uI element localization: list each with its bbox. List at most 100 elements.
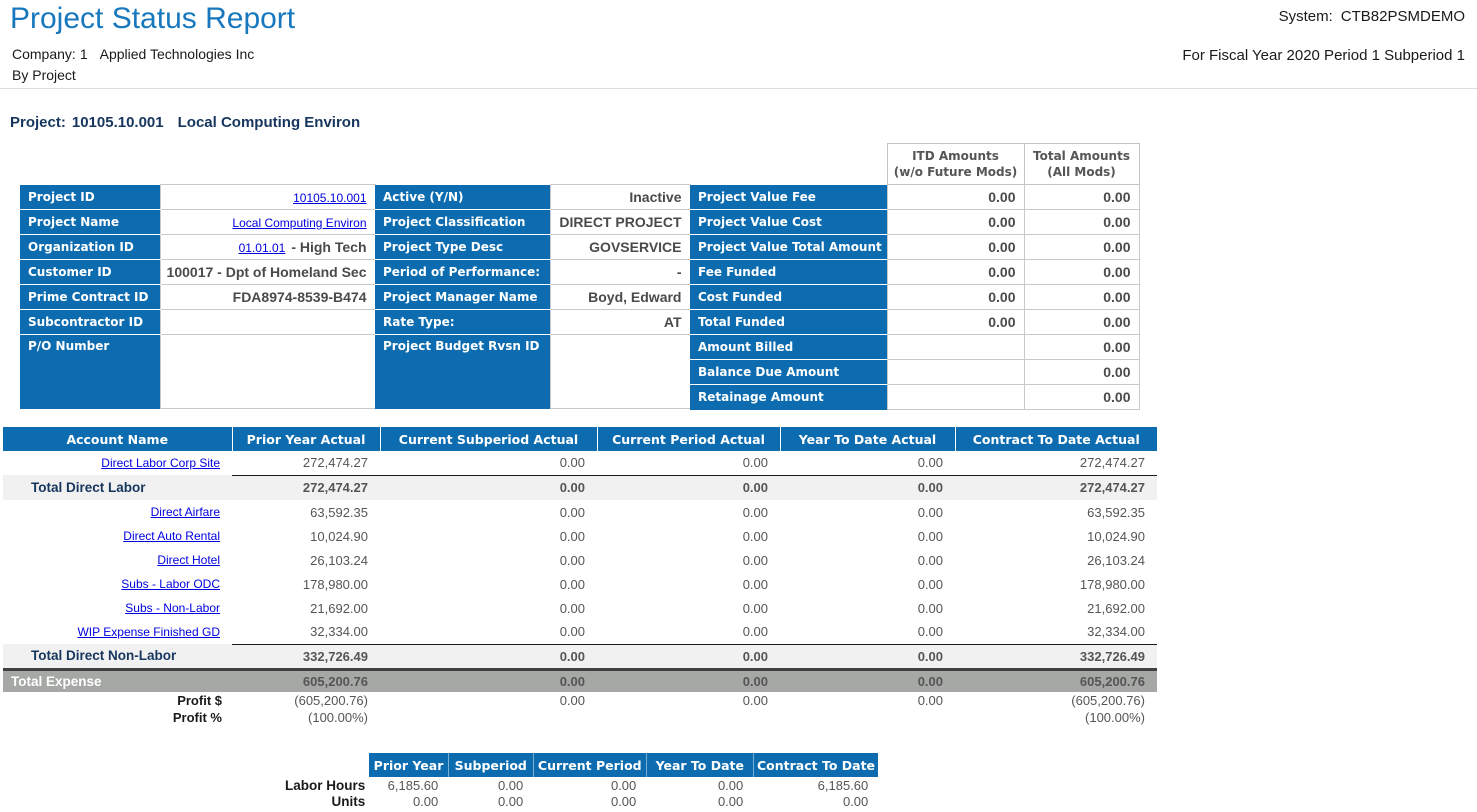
info-row-value bbox=[160, 310, 375, 335]
info-row-value: FDA8974-8539-B474 bbox=[160, 285, 375, 310]
amount-cell: 0.00 bbox=[380, 669, 597, 692]
amounts-total-value: 0.00 bbox=[1024, 360, 1139, 385]
amounts-total-value: 0.00 bbox=[1024, 210, 1139, 235]
amounts-header-line2: (All Mods) bbox=[1025, 164, 1139, 180]
amount-cell: 0.00 bbox=[380, 500, 597, 524]
info-row-value: 100017 - Dpt of Homeland Sec bbox=[160, 260, 375, 285]
amounts-row-label: Retainage Amount bbox=[690, 385, 887, 410]
profit-amount-cell: 0.00 bbox=[780, 692, 955, 709]
amount-cell: 0.00 bbox=[597, 524, 780, 548]
info-row: Period of Performance:- bbox=[375, 260, 690, 285]
info-row-value: GOVSERVICE bbox=[550, 235, 690, 260]
hours-column-header: Prior Year bbox=[369, 753, 448, 777]
company-label: Company: bbox=[12, 46, 76, 62]
amount-cell: 10,024.90 bbox=[955, 524, 1157, 548]
account-column-header: Contract To Date Actual bbox=[955, 427, 1157, 451]
info-row-label: Project ID bbox=[20, 185, 160, 210]
hours-row: Units0.000.000.000.000.00 bbox=[285, 793, 878, 809]
info-row-label: Rate Type: bbox=[375, 310, 550, 335]
hours-value-cell: 6,185.60 bbox=[753, 777, 878, 793]
amount-cell: 63,592.35 bbox=[955, 500, 1157, 524]
amounts-total-value: 0.00 bbox=[1024, 185, 1139, 210]
hours-value-cell: 0.00 bbox=[533, 793, 646, 809]
amount-cell: 0.00 bbox=[780, 500, 955, 524]
account-link[interactable]: Direct Airfare bbox=[151, 505, 220, 519]
amounts-row-label: Fee Funded bbox=[690, 260, 887, 285]
amounts-itd-value: 0.00 bbox=[887, 285, 1024, 310]
amounts-total-value: 0.00 bbox=[1024, 285, 1139, 310]
amounts-row: Project Value Cost0.000.00 bbox=[690, 210, 1139, 235]
amount-cell: 0.00 bbox=[597, 620, 780, 644]
account-column-header: Prior Year Actual bbox=[232, 427, 380, 451]
info-value-link[interactable]: Local Computing Environ bbox=[232, 216, 366, 230]
info-row-label: Active (Y/N) bbox=[375, 185, 550, 210]
amount-cell: 0.00 bbox=[597, 500, 780, 524]
amount-cell: 0.00 bbox=[597, 548, 780, 572]
amount-cell: 32,334.00 bbox=[955, 620, 1157, 644]
table-row: Total Direct Labor272,474.270.000.000.00… bbox=[3, 475, 1157, 500]
info-row: Project Manager NameBoyd, Edward bbox=[375, 285, 690, 310]
account-link[interactable]: Subs - Labor ODC bbox=[121, 577, 220, 591]
project-info-table-middle: Active (Y/N)InactiveProject Classificati… bbox=[375, 184, 691, 409]
hours-value-cell: 0.00 bbox=[646, 793, 753, 809]
account-link[interactable]: Direct Hotel bbox=[157, 553, 220, 567]
amounts-row: Retainage Amount0.00 bbox=[690, 385, 1139, 410]
profit-amount-cell bbox=[780, 709, 955, 726]
info-row-label: P/O Number bbox=[20, 335, 160, 409]
amounts-total-value: 0.00 bbox=[1024, 310, 1139, 335]
account-link[interactable]: WIP Expense Finished GD bbox=[77, 625, 220, 639]
account-link[interactable]: Subs - Non-Labor bbox=[125, 601, 220, 615]
fiscal-period-line: For Fiscal Year 2020 Period 1 Subperiod … bbox=[1182, 47, 1465, 64]
profit-row: Profit %(100.00%)(100.00%) bbox=[3, 709, 1157, 726]
hours-column-header: Year To Date bbox=[646, 753, 753, 777]
account-name-cell: Direct Auto Rental bbox=[3, 524, 232, 548]
info-row-value: 10105.10.001 bbox=[160, 185, 375, 210]
amounts-row: Amount Billed0.00 bbox=[690, 335, 1139, 360]
amount-cell: 0.00 bbox=[380, 644, 597, 669]
profit-amount-cell bbox=[597, 709, 780, 726]
info-row-label: Customer ID bbox=[20, 260, 160, 285]
info-value-link[interactable]: 01.01.01 bbox=[239, 241, 286, 255]
amounts-itd-value: 0.00 bbox=[887, 310, 1024, 335]
company-name: Applied Technologies Inc bbox=[100, 46, 255, 62]
info-row-label: Project Type Desc bbox=[375, 235, 550, 260]
profit-amount-cell bbox=[380, 709, 597, 726]
account-name-cell: Direct Hotel bbox=[3, 548, 232, 572]
info-row-value: Boyd, Edward bbox=[550, 285, 690, 310]
amount-cell: 21,692.00 bbox=[232, 596, 380, 620]
profit-label: Profit $ bbox=[3, 692, 232, 709]
hours-table-header-row: Prior YearSubperiodCurrent PeriodYear To… bbox=[285, 753, 878, 777]
account-name-cell: Total Direct Labor bbox=[3, 475, 232, 500]
table-row: Direct Labor Corp Site272,474.270.000.00… bbox=[3, 451, 1157, 475]
amount-cell: 332,726.49 bbox=[955, 644, 1157, 669]
table-row: Direct Auto Rental10,024.900.000.000.001… bbox=[3, 524, 1157, 548]
table-row: Subs - Labor ODC178,980.000.000.000.0017… bbox=[3, 572, 1157, 596]
info-value-link[interactable]: 10105.10.001 bbox=[293, 191, 366, 205]
amount-cell: 332,726.49 bbox=[232, 644, 380, 669]
account-name-cell: Subs - Non-Labor bbox=[3, 596, 232, 620]
amounts-header-row: ITD Amounts(w/o Future Mods)Total Amount… bbox=[690, 144, 1139, 185]
amount-cell: 0.00 bbox=[780, 669, 955, 692]
amount-cell: 10,024.90 bbox=[232, 524, 380, 548]
table-row: WIP Expense Finished GD32,334.000.000.00… bbox=[3, 620, 1157, 644]
info-row-value: DIRECT PROJECT bbox=[550, 210, 690, 235]
info-row: Project ID 10105.10.001 bbox=[20, 185, 375, 210]
amount-cell: 0.00 bbox=[780, 475, 955, 500]
hours-value-cell: 0.00 bbox=[646, 777, 753, 793]
account-link[interactable]: Direct Labor Corp Site bbox=[101, 456, 220, 470]
account-summary-table: Account NamePrior Year ActualCurrent Sub… bbox=[3, 427, 1157, 726]
info-row-value: - bbox=[550, 260, 690, 285]
table-row: Subs - Non-Labor21,692.000.000.000.0021,… bbox=[3, 596, 1157, 620]
info-row: Customer ID100017 - Dpt of Homeland Sec bbox=[20, 260, 375, 285]
info-row-label: Project Budget Rvsn ID bbox=[375, 335, 550, 409]
amount-cell: 0.00 bbox=[597, 451, 780, 475]
amount-cell: 21,692.00 bbox=[955, 596, 1157, 620]
amount-cell: 0.00 bbox=[780, 572, 955, 596]
table-row: Direct Hotel26,103.240.000.000.0026,103.… bbox=[3, 548, 1157, 572]
header-divider bbox=[0, 88, 1477, 89]
project-status-report-page: Project Status Report System:CTB82PSMDEM… bbox=[0, 0, 1477, 812]
amounts-itd-value: 0.00 bbox=[887, 185, 1024, 210]
info-row-label: Subcontractor ID bbox=[20, 310, 160, 335]
profit-amount-cell: (605,200.76) bbox=[955, 692, 1157, 709]
account-link[interactable]: Direct Auto Rental bbox=[123, 529, 220, 543]
